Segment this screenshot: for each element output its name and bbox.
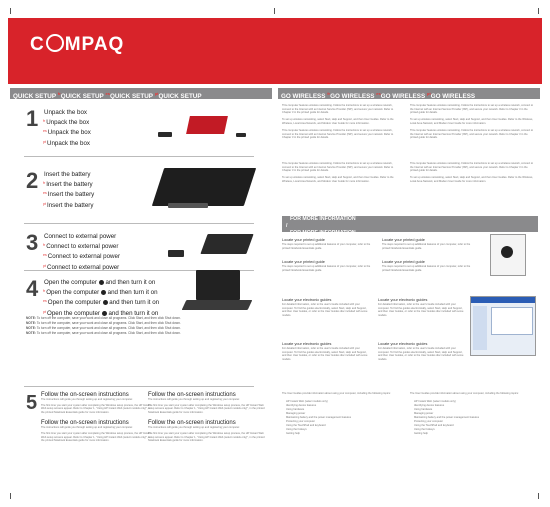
- step-line: ptUnpack the box: [43, 139, 90, 147]
- step-line: ptInsert the battery: [43, 201, 94, 209]
- step-line: frConnect to external power: [43, 243, 119, 251]
- locate-electronic-body: For detailed information, refer to the u…: [378, 347, 464, 361]
- topic-item: Getting help: [286, 432, 300, 435]
- bullets-intro: The User Guides provide information abou…: [410, 392, 519, 395]
- locate-printed-heading: Locate your printed guide: [382, 238, 425, 242]
- step-line: esOpen the computer and then turn it on: [43, 299, 160, 307]
- step-number: 3: [26, 230, 39, 255]
- laptop-underside-illustration: [151, 168, 257, 206]
- power-icon: [98, 280, 104, 285]
- quick-setup-strip: QUICK SETUP frQUICK SETUP esQUICK SETUP …: [10, 88, 272, 100]
- locate-printed-heading: Locate your printed guide: [382, 260, 425, 264]
- step5-body: The instructions will guide you through …: [148, 426, 240, 430]
- step5-body2: The first time you start your system aft…: [148, 403, 265, 414]
- strip-label: QUICK SETUP: [13, 93, 57, 100]
- user-guide-topics: HP Instant Web (select models only) Iden…: [414, 400, 530, 436]
- wireless-text-pt: This computer features wireless networki…: [410, 162, 534, 183]
- step5-body2: The first time you start your system aft…: [148, 431, 265, 443]
- closed-laptop-illustration: [200, 234, 254, 254]
- step-line: esConnect to external power: [43, 253, 121, 261]
- power-icon: [102, 300, 108, 306]
- wireless-text-es: This computer features wireless networki…: [282, 162, 394, 183]
- locate-electronic-heading: Locate your electronic guides: [282, 342, 332, 346]
- step-line: Connect to external power: [44, 233, 117, 240]
- locate-printed-heading: Locate your printed guide: [282, 238, 325, 242]
- crop-mark: [10, 8, 11, 14]
- step5-body2: The first time you start your system aft…: [41, 431, 151, 443]
- user-guide-topics: HP Instant Web (select models only) Iden…: [286, 400, 402, 436]
- step5-body: The instructions will guide you through …: [148, 398, 240, 401]
- step-line: Open the computer and then turn it on: [44, 279, 156, 286]
- help-and-support-screenshot: [470, 296, 536, 356]
- power-adapter-illustration: [168, 250, 184, 257]
- open-laptop-screen-illustration: [196, 270, 240, 300]
- compaq-logo: C MPAQ: [30, 34, 125, 55]
- locate-printed-body: The steps required to set up additional …: [282, 243, 371, 250]
- wireless-text-en: This computer features wireless networki…: [282, 104, 394, 140]
- bullets-intro: The User Guides provide information abou…: [282, 392, 391, 395]
- step-number: 5: [26, 392, 38, 414]
- locate-electronic-heading: Locate your electronic guides: [378, 342, 428, 346]
- guide-logo-mark: [501, 246, 513, 258]
- divider: [24, 223, 254, 224]
- locate-electronic-heading: Locate your electronic guides: [282, 298, 332, 302]
- power-icon: [101, 310, 107, 316]
- crop-mark: [538, 493, 539, 499]
- more-info-bar: FOR MORE INFORMATION / FOR MORE INFORMAT…: [282, 216, 538, 257]
- strip-label: GO WIRELESS: [281, 93, 326, 100]
- crop-mark: [274, 8, 275, 14]
- screenshot-sidebar: [473, 306, 487, 350]
- step4-note: NOTE: To turn off the computer, save you…: [26, 326, 181, 330]
- locate-printed-body: The steps required to set up additional …: [382, 243, 471, 250]
- locate-electronic-body: For detailed information, refer to the u…: [378, 303, 464, 317]
- step-line: frUnpack the box: [43, 119, 90, 127]
- crop-mark: [10, 493, 11, 499]
- step5-body: The instructions will guide you through …: [41, 398, 133, 401]
- step-number: 4: [26, 276, 39, 301]
- divider: [24, 386, 254, 387]
- step-line: esInsert the battery: [43, 191, 95, 199]
- go-wireless-strip: GO WIRELESS frGO WIRELESS esGO WIRELESS …: [278, 88, 540, 100]
- locate-electronic-body: For detailed information, refer to the u…: [282, 347, 368, 361]
- open-laptop-base-illustration: [181, 300, 253, 310]
- step4-note: NOTE: To turn off the computer, save you…: [26, 321, 181, 325]
- step-number: 2: [26, 168, 39, 193]
- locate-printed-body: The steps required to set up additional …: [382, 265, 471, 272]
- step-line: frInsert the battery: [43, 181, 93, 189]
- locate-printed-body: The steps required to set up additional …: [282, 265, 371, 272]
- locate-electronic-heading: Locate your electronic guides: [378, 298, 428, 302]
- power-icon: [100, 290, 106, 296]
- printed-sheet: C MPAQ QUICK SETUP frQUICK SETUP esQUICK …: [8, 8, 542, 499]
- step4-note: NOTE: To turn off the computer, save you…: [26, 331, 181, 335]
- battery-slot-illustration: [168, 203, 208, 208]
- screenshot-window: [491, 307, 533, 335]
- wireless-text-fr: This computer features wireless networki…: [410, 104, 534, 140]
- step-line: Unpack the box: [44, 109, 87, 116]
- adapter-illustration: [236, 133, 246, 137]
- step-line: Insert the battery: [44, 171, 91, 178]
- step-line: esUnpack the box: [43, 129, 91, 137]
- locate-printed-heading: Locate your printed guide: [282, 260, 325, 264]
- step5-body2: The first time you start your system aft…: [41, 403, 151, 414]
- step-line: frOpen the computer and then turn it on: [43, 289, 158, 297]
- divider: [24, 156, 254, 157]
- laptop-box-illustration: [186, 116, 228, 134]
- battery-illustration: [158, 132, 172, 137]
- crop-mark: [538, 8, 539, 14]
- step4-note: NOTE: To turn off the computer, save you…: [26, 316, 181, 320]
- topic-item: Getting help: [414, 432, 428, 435]
- step5-body: The instructions will guide you through …: [41, 426, 133, 430]
- locate-electronic-body: For detailed information, refer to the u…: [282, 303, 368, 317]
- screenshot-titlebar: [471, 297, 535, 303]
- step-number: 1: [26, 106, 39, 131]
